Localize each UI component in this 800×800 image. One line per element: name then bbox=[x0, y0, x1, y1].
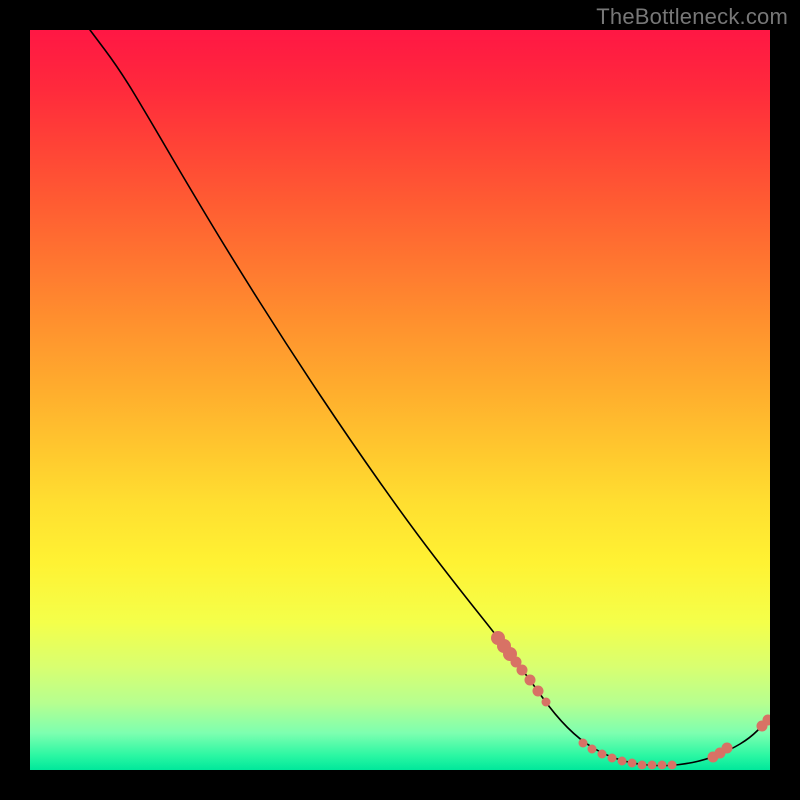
data-point bbox=[579, 739, 588, 748]
data-point bbox=[608, 754, 617, 763]
chart-frame: TheBottleneck.com bbox=[0, 0, 800, 800]
data-point bbox=[628, 759, 637, 768]
data-point bbox=[598, 750, 607, 759]
bottleneck-curve bbox=[90, 30, 770, 766]
data-point bbox=[648, 761, 657, 770]
data-point bbox=[588, 745, 597, 754]
data-point bbox=[525, 675, 536, 686]
data-points-group bbox=[491, 631, 770, 770]
watermark-text: TheBottleneck.com bbox=[596, 4, 788, 30]
data-point bbox=[618, 757, 627, 766]
chart-svg bbox=[30, 30, 770, 770]
data-point bbox=[638, 761, 647, 770]
plot-area bbox=[30, 30, 770, 770]
data-point bbox=[542, 698, 551, 707]
data-point bbox=[668, 761, 677, 770]
data-point bbox=[658, 761, 667, 770]
data-point bbox=[533, 686, 544, 697]
data-point bbox=[722, 743, 733, 754]
data-point bbox=[517, 665, 528, 676]
